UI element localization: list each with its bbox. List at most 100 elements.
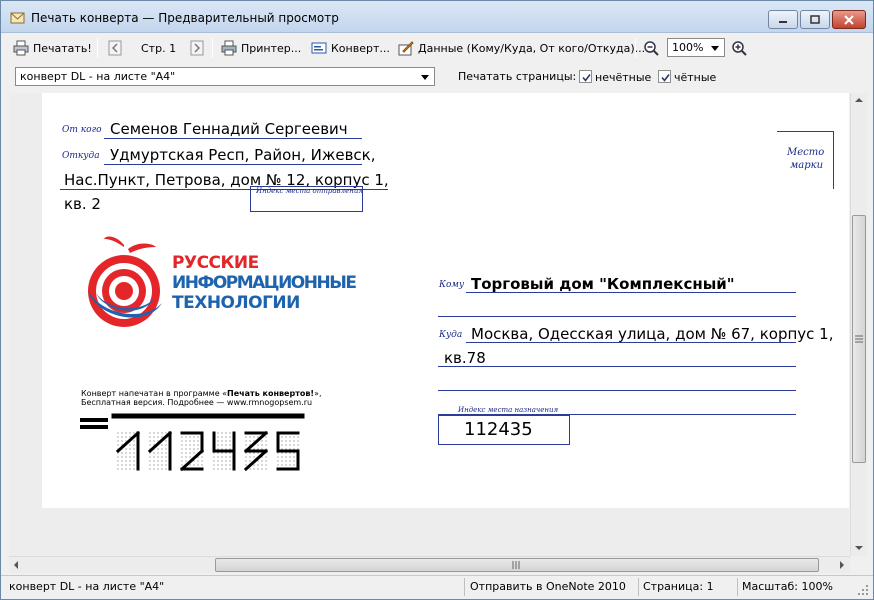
- stencil-dot: [245, 444, 247, 446]
- dest-index-value: 112435: [464, 419, 533, 440]
- stencil-dot: [133, 448, 135, 450]
- stencil-dot: [149, 432, 151, 434]
- dest-index-label: Индекс места назначения: [458, 406, 559, 414]
- stencil-dot: [217, 444, 219, 446]
- stencil-dot: [217, 448, 219, 450]
- preview-area[interactable]: От кого Семенов Геннадий Сергеевич Откуд…: [9, 93, 849, 556]
- print-button[interactable]: Печатать!: [13, 38, 92, 58]
- minimize-icon: [779, 20, 787, 23]
- stencil-dot: [293, 444, 295, 446]
- envelope-button[interactable]: Конверт...: [311, 38, 390, 58]
- stencil-dot: [225, 444, 227, 446]
- stencil-dot: [245, 460, 247, 462]
- stencil-dot: [189, 452, 191, 454]
- close-icon: [844, 14, 854, 25]
- stencil-dot: [281, 456, 283, 458]
- stencil-dot: [201, 464, 203, 466]
- zoom-select[interactable]: 100%: [667, 38, 725, 57]
- stencil-dot: [289, 460, 291, 462]
- stencil-dot: [185, 456, 187, 458]
- stencil-dot: [149, 436, 151, 438]
- printer-settings-icon: [221, 40, 237, 56]
- prev-page-button[interactable]: [107, 38, 127, 58]
- envelope-format-select[interactable]: конверт DL - на листе "A4": [15, 67, 435, 86]
- promo-text-c: »,: [314, 389, 322, 398]
- horizontal-scrollbar[interactable]: [9, 556, 850, 573]
- stencil-dot: [181, 464, 183, 466]
- odd-pages-checkbox[interactable]: [579, 70, 592, 83]
- status-onenote[interactable]: Отправить в OneNote 2010: [470, 580, 626, 593]
- stencil-dot: [197, 440, 199, 442]
- stencil-dot: [125, 448, 127, 450]
- stencil-dot: [285, 452, 287, 454]
- stencil-dot: [261, 448, 263, 450]
- next-page-button[interactable]: [189, 38, 209, 58]
- stencil-dot: [185, 448, 187, 450]
- status-bar: конверт DL - на листе "A4" Отправить в O…: [1, 575, 873, 599]
- stencil-dot: [157, 448, 159, 450]
- company-logo-icon: [88, 236, 162, 327]
- maximize-button[interactable]: [800, 10, 830, 29]
- horizontal-scroll-thumb[interactable]: [215, 558, 819, 572]
- resize-grip-icon[interactable]: [857, 584, 869, 596]
- stencil-dot: [129, 456, 131, 458]
- stencil-dot: [221, 448, 223, 450]
- stencil-dot: [249, 460, 251, 462]
- stencil-dot: [297, 436, 299, 438]
- even-pages-label: чётные: [674, 71, 717, 84]
- even-pages-checkbox[interactable]: [658, 70, 671, 83]
- stencil-dot: [117, 456, 119, 458]
- stencil-dot: [161, 468, 163, 470]
- stencil-dot: [297, 440, 299, 442]
- status-separator: [737, 578, 738, 596]
- to-where-underline-3: [438, 390, 796, 391]
- vertical-scrollbar[interactable]: [850, 93, 867, 556]
- minimize-button[interactable]: [768, 10, 798, 29]
- scroll-left-icon[interactable]: [13, 561, 19, 569]
- to-where-underline-1: [466, 342, 796, 343]
- stencil-dot: [249, 452, 251, 454]
- stencil-dot: [249, 456, 251, 458]
- stencil-dot: [161, 456, 163, 458]
- stencil-dot: [253, 452, 255, 454]
- data-button[interactable]: Данные (Кому/Куда, От кого/Откуда)...: [398, 38, 645, 58]
- stencil-dot: [253, 468, 255, 470]
- stencil-dot: [277, 460, 279, 462]
- zoom-out-button[interactable]: [643, 38, 663, 58]
- scroll-right-icon[interactable]: [839, 561, 845, 569]
- zoom-in-button[interactable]: [731, 38, 751, 58]
- stencil-dot: [277, 452, 279, 454]
- vertical-scroll-thumb[interactable]: [852, 215, 866, 463]
- stencil-dot: [229, 460, 231, 462]
- zoom-in-icon: [732, 41, 747, 56]
- close-button[interactable]: [832, 10, 866, 29]
- stencil-dot: [153, 452, 155, 454]
- stencil-dot: [165, 460, 167, 462]
- stencil-dot: [189, 448, 191, 450]
- print-label: Печатать!: [33, 41, 92, 55]
- scroll-up-icon[interactable]: [855, 97, 863, 103]
- stencil-dot: [149, 440, 151, 442]
- stencil-dot: [221, 436, 223, 438]
- stencil-dot: [281, 464, 283, 466]
- stencil-dot: [161, 448, 163, 450]
- stencil-dot: [293, 448, 295, 450]
- stencil-dot: [133, 444, 135, 446]
- stencil-dot: [161, 452, 163, 454]
- stencil-dot: [133, 432, 135, 434]
- stencil-dot: [285, 460, 287, 462]
- checkmark-icon: [661, 74, 670, 82]
- stencil-dot: [121, 456, 123, 458]
- stencil-dot: [153, 436, 155, 438]
- options-row: конверт DL - на листе "A4" Печатать стра…: [1, 64, 873, 90]
- printer-button[interactable]: Принтер...: [221, 38, 301, 58]
- stencil-dot: [153, 464, 155, 466]
- stencil-dot: [197, 436, 199, 438]
- from-where-line1: Удмуртская Респ, Район, Ижевск,: [110, 146, 376, 164]
- scroll-down-icon[interactable]: [855, 545, 863, 551]
- to-underline-1: [466, 292, 796, 293]
- printer-label: Принтер...: [241, 41, 302, 55]
- stencil-dot: [165, 448, 167, 450]
- from-label: От кого: [62, 125, 102, 135]
- stencil-dot: [221, 440, 223, 442]
